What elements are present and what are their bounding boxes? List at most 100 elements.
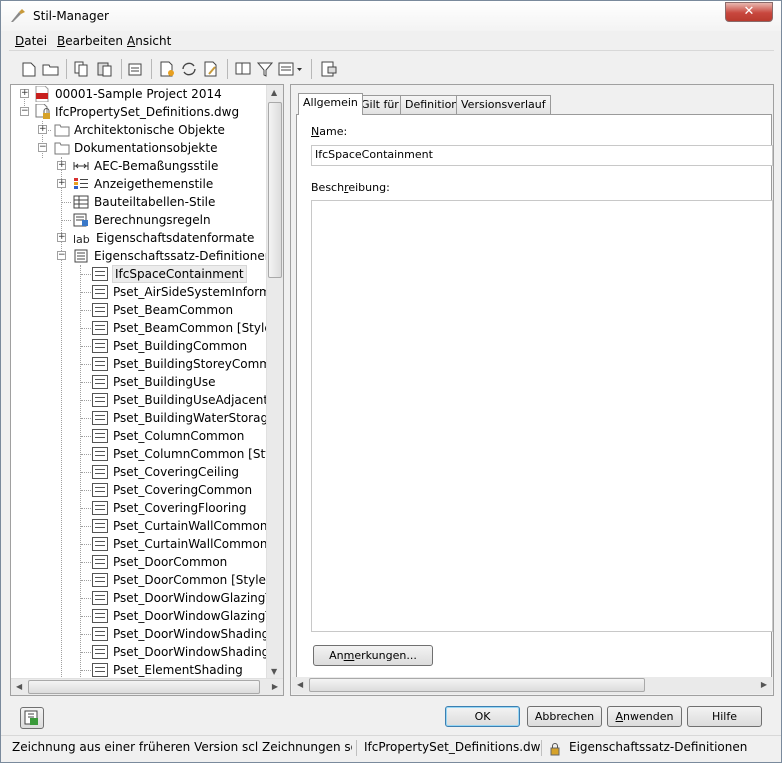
style-properties-panel: Allgemein Gilt für Definition Versionsve…: [290, 84, 774, 696]
tab-allgemein[interactable]: Allgemein: [298, 93, 363, 115]
tree-item-property-set-definitions[interactable]: − Eigenschaftssatz-Definitionen: [11, 247, 272, 265]
notes-button[interactable]: Anmerkungen...: [313, 645, 433, 666]
tree-item-property-set[interactable]: Pset_AirSideSystemInformation: [11, 283, 283, 301]
title-bar[interactable]: Stil-Manager ✕: [1, 1, 781, 31]
menu-bearbeiten[interactable]: Bearbeiten: [57, 34, 123, 48]
tree-item-display-theme-styles[interactable]: + Anzeigethemenstile: [11, 175, 267, 193]
cancel-button[interactable]: Abbrechen: [527, 706, 602, 727]
property-set-icon: [92, 429, 108, 443]
copy-style-icon[interactable]: [233, 60, 253, 78]
tree-item-property-set[interactable]: Pset_BuildingCommon: [11, 337, 267, 355]
tree-item-property-set[interactable]: Pset_CoveringFlooring: [11, 499, 267, 517]
tree-item-documentation-objects[interactable]: − Dokumentationsobjekte: [11, 139, 267, 157]
tree-item-property-set[interactable]: IfcSpaceContainment: [11, 265, 267, 283]
description-field[interactable]: [311, 200, 773, 632]
tree-item-property-set[interactable]: Pset_ColumnCommon: [11, 427, 267, 445]
tree-item-property-set[interactable]: Pset_DoorWindowGlazingType: [11, 607, 283, 625]
tree-line: [81, 292, 91, 293]
tree-item-property-set[interactable]: Pset_DoorCommon [Style]: [11, 571, 271, 589]
tree-item-property-set[interactable]: Pset_CurtainWallCommon [Style]: [11, 535, 283, 553]
expand-icon[interactable]: +: [57, 233, 66, 242]
menu-ansicht[interactable]: Ansicht: [127, 34, 171, 48]
collapse-icon[interactable]: −: [20, 107, 29, 116]
tree-item-label: Pset_ElementShading: [113, 663, 243, 677]
toggle-view-button[interactable]: [20, 707, 44, 729]
tab-versionsverlauf[interactable]: Versionsverlauf: [456, 95, 551, 114]
open-folder-icon[interactable]: [41, 60, 61, 78]
property-set-icon: [92, 465, 108, 479]
tree-item-property-set[interactable]: Pset_DoorCommon: [11, 553, 267, 571]
scroll-right-icon[interactable]: ▶: [761, 680, 767, 689]
copy-icon[interactable]: [71, 60, 91, 78]
purge-icon[interactable]: [125, 60, 145, 78]
scroll-right-icon[interactable]: ▶: [272, 682, 278, 691]
toolbar-separator: [121, 59, 122, 79]
tree-item-label: Pset_DoorCommon [Style]: [113, 573, 271, 587]
help-button[interactable]: Hilfe: [687, 706, 762, 727]
tree-item-property-set[interactable]: Pset_BuildingStoreyCommon: [11, 355, 283, 373]
scroll-thumb[interactable]: [268, 102, 282, 278]
tree-item-property-set[interactable]: Pset_DoorWindowGlazingType: [11, 589, 283, 607]
tree-item-property-set[interactable]: Pset_DoorWindowShadingType: [11, 625, 283, 643]
tree-item-property-set[interactable]: Pset_CoveringCommon: [11, 481, 267, 499]
expand-icon[interactable]: +: [57, 161, 66, 170]
tree-item-aec-dimension-styles[interactable]: + AEC-Bemaßungsstile: [11, 157, 267, 175]
name-field[interactable]: IfcSpaceContainment: [311, 145, 773, 166]
tab-definition[interactable]: Definition: [400, 95, 464, 114]
collapse-icon[interactable]: −: [38, 143, 47, 152]
tree-item-property-set[interactable]: Pset_CurtainWallCommon: [11, 517, 267, 535]
status-file: IfcPropertySet_Definitions.dwg: [364, 740, 542, 754]
scroll-thumb[interactable]: [28, 680, 260, 694]
tree-horizontal-scrollbar[interactable]: ◀ ▶: [11, 678, 283, 695]
scroll-thumb[interactable]: [309, 678, 645, 692]
tree-line: [81, 310, 91, 311]
tree-item-dwg-file[interactable]: − IfcPropertySet_Definitions.dwg: [11, 103, 267, 121]
edit-style-icon[interactable]: [201, 60, 221, 78]
tree-item-property-set[interactable]: Pset_CoveringCeiling: [11, 463, 267, 481]
tree-item-label: Anzeigethemenstile: [94, 177, 214, 191]
tree-item-schedule-table-styles[interactable]: Bauteiltabellen-Stile: [11, 193, 267, 211]
details-horizontal-scrollbar[interactable]: ◀ ▶: [292, 677, 772, 694]
tree-item-property-set[interactable]: Pset_ColumnCommon [Style]: [11, 445, 283, 463]
collapse-icon[interactable]: −: [57, 251, 66, 260]
tree-item-property-set[interactable]: Pset_BuildingUseAdjacent: [11, 391, 268, 409]
expand-icon[interactable]: +: [20, 89, 29, 98]
tree-item-property-set[interactable]: Pset_DoorWindowShadingType: [11, 643, 283, 661]
close-button[interactable]: ✕: [725, 2, 773, 22]
tree-item-property-set[interactable]: Pset_BuildingUse: [11, 373, 267, 391]
tree-item-label: Pset_BuildingUse: [113, 375, 216, 389]
scroll-left-icon[interactable]: ◀: [16, 682, 22, 691]
scroll-down-icon[interactable]: ▼: [271, 667, 277, 676]
browse-icon[interactable]: [319, 60, 339, 78]
tree-item-property-data-formats[interactable]: + lab Eigenschaftsdatenformate: [11, 229, 267, 247]
tree-item-sample-project[interactable]: + 00001-Sample Project 2014: [11, 85, 267, 103]
property-set-icon: [92, 537, 108, 551]
property-set-icon: [92, 375, 108, 389]
apply-button[interactable]: Anwenden: [607, 706, 682, 727]
tab-gilt-fuer[interactable]: Gilt für: [356, 95, 404, 114]
property-set-icon: [92, 285, 108, 299]
scroll-left-icon[interactable]: ◀: [297, 680, 303, 689]
paste-icon[interactable]: [95, 60, 115, 78]
filter-icon[interactable]: [255, 60, 275, 78]
view-dropdown-icon[interactable]: [277, 60, 305, 78]
tree-item-property-set[interactable]: Pset_BuildingWaterStorage: [11, 409, 275, 427]
tree-vertical-scrollbar[interactable]: ▲ ▼: [266, 85, 283, 679]
expand-icon[interactable]: +: [38, 125, 47, 134]
toolbar-separator: [151, 59, 152, 79]
new-file-icon[interactable]: [19, 60, 39, 78]
tree-item-property-set[interactable]: Pset_ElementShading: [11, 661, 267, 679]
sync-icon[interactable]: [179, 60, 199, 78]
display-theme-icon: [74, 178, 88, 189]
tree-item-property-set[interactable]: Pset_BeamCommon: [11, 301, 267, 319]
new-style-icon[interactable]: [157, 60, 177, 78]
tree-item-architectural-objects[interactable]: + Architektonische Objekte: [11, 121, 267, 139]
tree-item-calculation-rules[interactable]: Berechnungsregeln: [11, 211, 267, 229]
property-set-icon: [92, 555, 108, 569]
scroll-up-icon[interactable]: ▲: [271, 88, 277, 97]
ok-button[interactable]: OK: [445, 706, 520, 727]
tree-item-property-set[interactable]: Pset_BeamCommon [Style]: [11, 319, 276, 337]
expand-icon[interactable]: +: [57, 179, 66, 188]
menu-datei[interactable]: Datei: [15, 34, 47, 48]
style-tree[interactable]: + 00001-Sample Project 2014 − IfcPropert…: [10, 84, 284, 696]
